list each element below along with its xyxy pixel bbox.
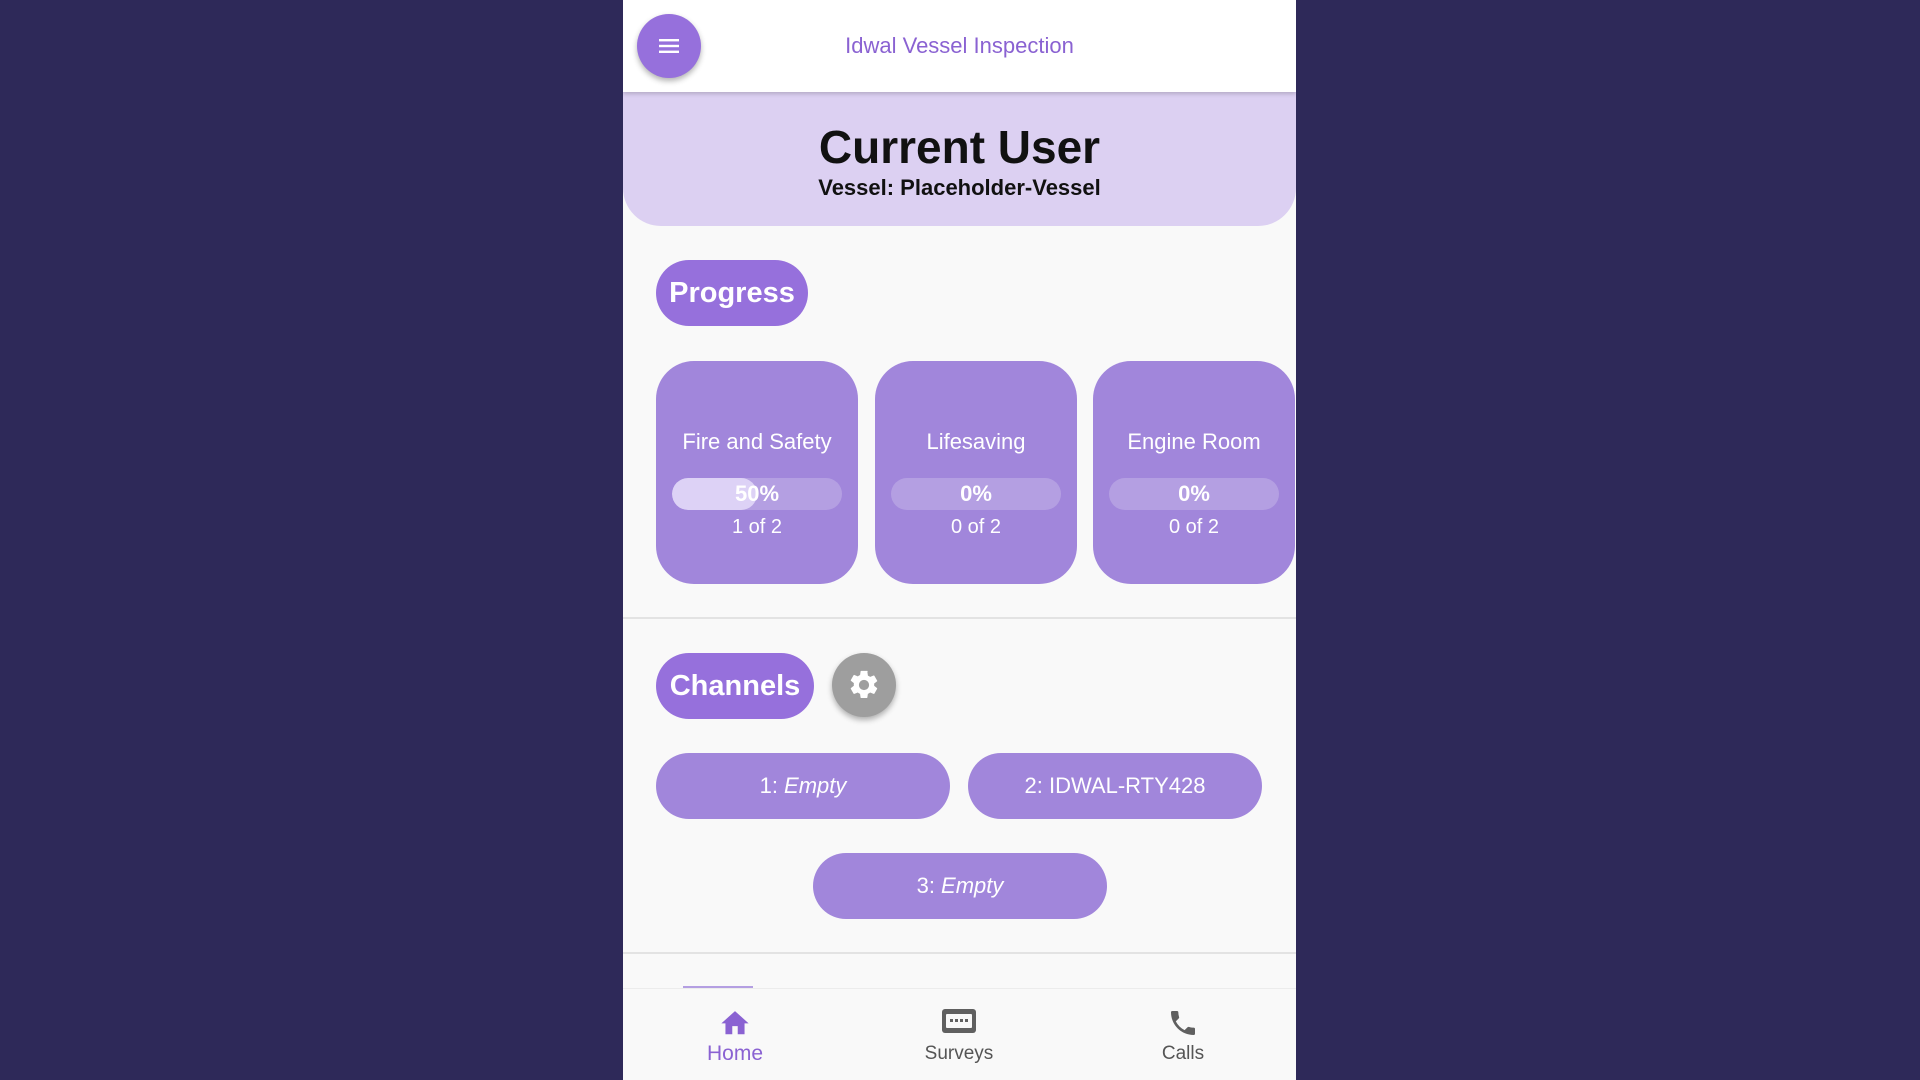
progress-bar: 0%: [891, 478, 1061, 510]
progress-percent: 0%: [1178, 481, 1210, 506]
nav-surveys-label: Surveys: [924, 1043, 994, 1064]
progress-percent: 50%: [734, 481, 780, 506]
channel-3-button[interactable]: 3: Empty: [813, 853, 1107, 919]
card-title: Fire and Safety: [682, 429, 832, 454]
channel-number: 3:: [916, 873, 942, 898]
channel-value: Empty: [784, 773, 847, 798]
phone-screen: Idwal Vessel Inspection Current User Ves…: [623, 0, 1296, 1080]
progress-count: 0 of 2: [1168, 516, 1220, 538]
progress-bar: 0%: [1109, 478, 1279, 510]
progress-bar: 50%: [672, 478, 842, 510]
progress-card-fire-and-safety[interactable]: Fire and Safety 50% 1 of 2: [656, 361, 858, 584]
progress-count: 0 of 2: [950, 516, 1002, 538]
progress-percent: 0%: [960, 481, 992, 506]
channel-2-button[interactable]: 2: IDWAL-RTY428: [968, 753, 1262, 819]
section-divider: [623, 617, 1296, 619]
gear-icon: [850, 670, 878, 699]
keyboard-icon: [942, 1009, 976, 1033]
section-divider: [623, 952, 1296, 954]
card-title: Lifesaving: [926, 429, 1026, 454]
channel-number: 2:: [1024, 773, 1049, 798]
nav-home-label: Home: [706, 1042, 764, 1065]
user-header: Current User Vessel: Placeholder-Vessel: [623, 92, 1296, 226]
bottom-navigation: Home Surveys Calls: [623, 988, 1296, 1080]
nav-surveys[interactable]: Surveys: [847, 989, 1071, 1080]
progress-card-lifesaving[interactable]: Lifesaving 0% 0 of 2: [875, 361, 1077, 584]
card-title: Engine Room: [1127, 429, 1261, 454]
nav-calls-label: Calls: [1161, 1043, 1205, 1064]
channels-title: Channels: [656, 653, 814, 719]
vessel-name: Vessel: Placeholder-Vessel: [818, 175, 1101, 200]
nav-calls[interactable]: Calls: [1071, 989, 1295, 1080]
app-bar: Idwal Vessel Inspection: [623, 0, 1296, 92]
progress-title: Progress: [656, 260, 808, 326]
channel-settings-button[interactable]: [832, 653, 896, 717]
progress-card-engine-room[interactable]: Engine Room 0% 0 of 2: [1093, 361, 1295, 584]
nav-home[interactable]: Home: [623, 989, 847, 1080]
channel-1-button[interactable]: 1: Empty: [656, 753, 950, 819]
home-icon: [721, 1011, 749, 1035]
current-user-name: Current User: [818, 121, 1101, 173]
app-title: Idwal Vessel Inspection: [845, 33, 1074, 58]
phone-icon: [1171, 1011, 1195, 1035]
progress-count: 1 of 2: [731, 516, 783, 538]
channel-value: IDWAL-RTY428: [1048, 773, 1206, 798]
channel-number: 1:: [759, 773, 785, 798]
channel-value: Empty: [941, 873, 1004, 898]
